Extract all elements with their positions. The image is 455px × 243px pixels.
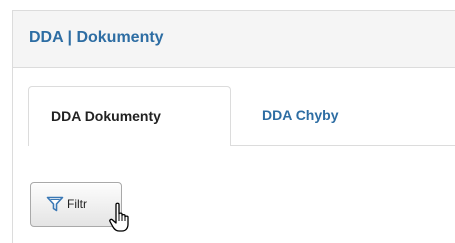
tab-label: DDA Chyby [262, 107, 339, 123]
filter-icon [46, 196, 64, 212]
tab-label: DDA Dokumenty [51, 108, 161, 124]
tab-dda-chyby[interactable]: DDA Chyby [232, 86, 382, 145]
tab-dda-dokumenty[interactable]: DDA Dokumenty [28, 86, 231, 146]
filter-label: Filtr [67, 197, 87, 211]
hand-pointer-icon [109, 202, 129, 232]
tabs-divider [230, 145, 455, 146]
panel-title: DDA | Dokumenty [29, 29, 164, 46]
panel-header: DDA | Dokumenty [12, 10, 455, 68]
app-window: DDA | Dokumenty DDA Dokumenty DDA Chyby … [0, 0, 455, 243]
